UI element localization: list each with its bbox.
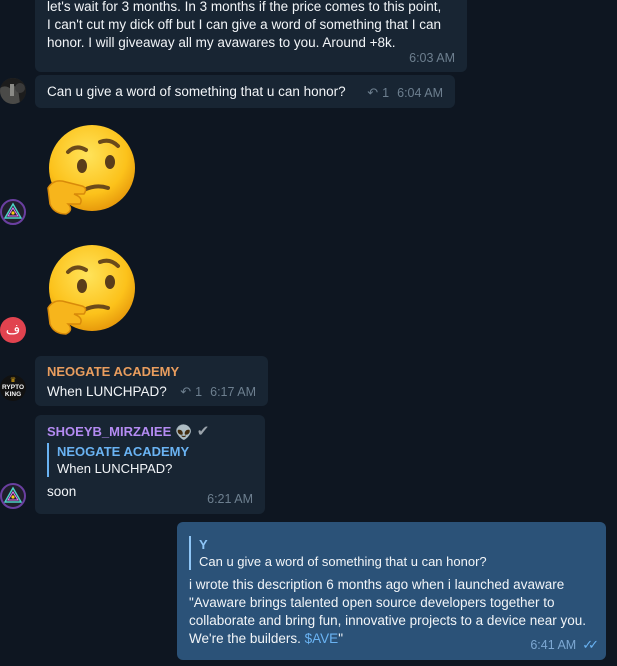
message-meta: ↶ 1 6:17 AM (180, 383, 256, 401)
reply-arrow-icon[interactable]: ↶ (367, 84, 378, 102)
message-text-line: i wrote this description 6 months ago wh… (189, 577, 565, 592)
message-bubble[interactable]: let's wait for 3 months. In 3 months if … (35, 0, 467, 72)
avatar[interactable] (0, 78, 26, 104)
avatar[interactable] (0, 199, 26, 225)
triangle-logo-icon (3, 486, 23, 503)
message-text-line: I can't cut my dick off but I can give a… (47, 17, 442, 32)
quote-sender: NEOGATE ACADEMY (57, 444, 190, 459)
message-bubble[interactable]: SHOEYB_MIRZAIEE 👽 ✔ NEOGATE ACADEMY When… (35, 415, 265, 514)
message-text-line: "Avaware brings talented open source dev… (189, 595, 555, 610)
thinking-face-emoji[interactable] (44, 244, 136, 336)
double-check-icon: ✓✓ (582, 637, 599, 652)
message-meta: ↶ 1 6:04 AM (367, 84, 443, 102)
reply-count[interactable]: 1 (195, 383, 202, 401)
cashtag-link[interactable]: $AVE (305, 631, 339, 646)
avatar-text: KING (4, 391, 22, 398)
message-time: 6:21 AM (207, 492, 253, 506)
message-bubble[interactable]: NEOGATE ACADEMY When LUNCHPAD? ↶ 1 6:17 … (35, 356, 268, 406)
message-time: 6:41 AM (530, 638, 577, 652)
avatar-text: RYPTO (1, 384, 25, 391)
chat-area: let's wait for 3 months. In 3 months if … (0, 0, 617, 666)
sender-name[interactable]: NEOGATE ACADEMY (47, 363, 256, 381)
quote-text: When LUNCHPAD? (57, 461, 173, 476)
message-time: 6:03 AM (409, 51, 455, 65)
quote-sender: Y (199, 537, 208, 552)
reply-count[interactable]: 1 (382, 84, 389, 102)
message-text-line: let's wait for 3 months. In 3 months if … (47, 0, 442, 14)
avatar[interactable]: ف (0, 317, 26, 343)
avatar[interactable]: ♛ RYPTO KING (0, 375, 26, 401)
avatar[interactable] (0, 483, 26, 509)
message-time: 6:17 AM (210, 385, 256, 399)
message-bubble[interactable]: Can u give a word of something that u ca… (35, 75, 455, 108)
reply-arrow-icon[interactable]: ↶ (180, 383, 191, 401)
message-meta: 6:41 AM ✓✓ (530, 636, 599, 654)
quote-text: Can u give a word of something that u ca… (199, 554, 487, 569)
message-meta: 6:21 AM (207, 490, 253, 508)
checkmark-icon: ✔ (196, 423, 210, 440)
message-text-line: collaborate and bring fun, innovative pr… (189, 613, 586, 628)
message-time: 6:04 AM (397, 86, 443, 100)
message-meta: 6:03 AM (409, 49, 455, 67)
outgoing-message-bubble[interactable]: Y Can u give a word of something that u … (177, 522, 606, 660)
thinking-face-emoji[interactable] (44, 124, 136, 216)
avatar-letter: ف (5, 322, 21, 338)
triangle-logo-icon (3, 202, 23, 219)
reply-quote[interactable]: NEOGATE ACADEMY When LUNCHPAD? (47, 443, 253, 477)
reply-quote[interactable]: Y Can u give a word of something that u … (189, 536, 594, 570)
sender-name[interactable]: SHOEYB_MIRZAIEE 👽 ✔ (47, 423, 253, 441)
person-photo-icon (0, 78, 26, 104)
message-text-line: honor. I will giveaway all my avawares t… (47, 35, 396, 50)
alien-icon: 👽 (175, 424, 193, 440)
